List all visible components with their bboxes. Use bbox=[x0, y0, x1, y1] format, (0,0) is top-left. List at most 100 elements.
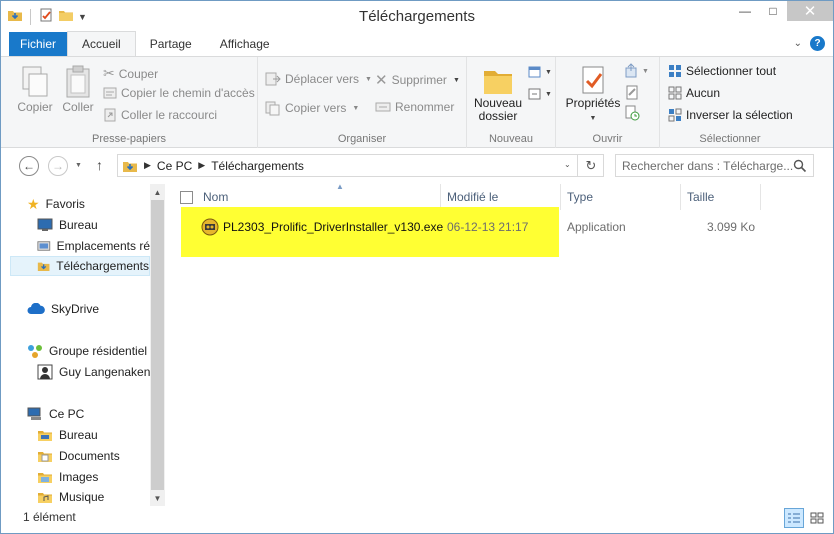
ribbon-controls: ⌄ ? bbox=[794, 36, 825, 51]
rename-button[interactable]: Renommer bbox=[375, 100, 454, 114]
invert-selection-button[interactable]: Inverser la sélection bbox=[668, 108, 793, 122]
address-bar[interactable]: ▶ Ce PC ▶ Téléchargements bbox=[117, 154, 604, 177]
user-icon bbox=[37, 364, 53, 380]
scroll-up-icon[interactable]: ▲ bbox=[150, 184, 165, 200]
select-none-button[interactable]: Aucun bbox=[668, 86, 720, 100]
tab-home[interactable]: Accueil bbox=[67, 31, 136, 56]
up-button[interactable]: ↑ bbox=[96, 157, 103, 173]
breadcrumb-this-pc[interactable]: Ce PC bbox=[157, 159, 192, 173]
back-button[interactable]: ← bbox=[19, 156, 39, 176]
large-icons-view-icon bbox=[810, 512, 824, 524]
help-icon[interactable]: ? bbox=[810, 36, 825, 51]
folder-icon bbox=[38, 431, 52, 441]
computer-icon bbox=[27, 407, 41, 420]
nav-scrollbar-thumb[interactable] bbox=[151, 200, 164, 490]
paste-shortcut-label: Coller le raccourci bbox=[121, 108, 218, 122]
nav-user-label: Guy Langenaken bbox=[59, 365, 151, 379]
dropdown-arrow-icon: ▼ bbox=[452, 76, 460, 84]
folder-music-icon bbox=[38, 493, 52, 503]
nav-images-label: Images bbox=[59, 470, 99, 484]
window-controls: — □ ✕ bbox=[731, 1, 833, 21]
move-to-icon bbox=[265, 72, 281, 86]
copy-to-button[interactable]: Copier vers ▼ bbox=[265, 100, 359, 116]
open-icon[interactable]: ▼ bbox=[624, 63, 649, 79]
large-icons-view-button[interactable] bbox=[807, 508, 827, 528]
search-input[interactable]: Rechercher dans : Télécharge... bbox=[615, 154, 814, 177]
close-button[interactable]: ✕ bbox=[787, 1, 833, 21]
copy-icon bbox=[22, 66, 48, 97]
nav-music-label: Musique bbox=[59, 490, 105, 504]
file-name[interactable]: PL2303_Prolific_DriverInstaller_v130.exe bbox=[223, 220, 443, 234]
select-none-icon bbox=[668, 86, 682, 100]
table-row[interactable]: PL2303_Prolific_DriverInstaller_v130.exe… bbox=[197, 216, 757, 238]
folder-downloads-icon bbox=[123, 161, 137, 172]
rename-icon bbox=[375, 102, 391, 112]
refresh-button[interactable]: ↻ bbox=[577, 154, 604, 177]
search-icon[interactable] bbox=[793, 159, 807, 173]
tab-view[interactable]: Affichage bbox=[206, 32, 284, 56]
ribbon: Copier Coller ✂ Couper Copier le chemin … bbox=[1, 56, 833, 148]
column-header-type[interactable]: Type bbox=[561, 184, 681, 210]
installer-exe-icon bbox=[201, 218, 219, 236]
desktop-icon bbox=[37, 218, 53, 231]
properties-button[interactable]: Propriétés ▼ bbox=[564, 63, 622, 125]
view-switcher bbox=[784, 508, 827, 528]
cut-button[interactable]: ✂ Couper bbox=[103, 65, 158, 82]
address-dropdown-icon[interactable]: ⌄ bbox=[564, 160, 571, 169]
recent-places-icon bbox=[37, 241, 51, 251]
maximize-button[interactable]: □ bbox=[759, 1, 787, 21]
scissors-icon: ✂ bbox=[103, 65, 115, 81]
easy-access-icon[interactable]: ▼ bbox=[527, 86, 552, 102]
nav-downloads[interactable]: Téléchargements bbox=[10, 256, 150, 276]
group-open: Propriétés ▼ ▼ Ouvrir bbox=[556, 57, 660, 148]
paste-button[interactable]: Coller bbox=[59, 65, 97, 114]
file-type: Application bbox=[567, 220, 626, 234]
properties-icon bbox=[582, 66, 604, 94]
folder-documents-icon bbox=[38, 452, 52, 462]
tab-share[interactable]: Partage bbox=[136, 32, 206, 56]
nav-skydrive-label: SkyDrive bbox=[51, 302, 100, 316]
move-to-label: Déplacer vers bbox=[285, 72, 360, 86]
chevron-down-icon[interactable]: ⌄ bbox=[794, 38, 802, 49]
edit-icon[interactable] bbox=[624, 85, 640, 104]
move-to-button[interactable]: Déplacer vers ▼ bbox=[265, 71, 372, 87]
scroll-down-icon[interactable]: ▼ bbox=[150, 490, 165, 506]
select-all-checkbox[interactable] bbox=[180, 191, 193, 204]
minimize-button[interactable]: — bbox=[731, 1, 759, 21]
select-all-button[interactable]: Sélectionner tout bbox=[668, 64, 776, 78]
window-title: Téléchargements bbox=[359, 8, 475, 25]
nav-scrollbar[interactable]: ▲ ▼ bbox=[150, 184, 165, 506]
forward-button[interactable]: → bbox=[48, 156, 68, 176]
tab-file[interactable]: Fichier bbox=[9, 32, 68, 56]
column-header-size[interactable]: Taille bbox=[681, 184, 761, 210]
group-organize: Déplacer vers ▼ Copier vers ▼ ✕ Supprimer ▼… bbox=[258, 57, 467, 148]
new-folder-button[interactable]: Nouveau dossier bbox=[471, 63, 525, 123]
recent-locations-icon[interactable]: ▼ bbox=[75, 162, 82, 169]
cut-label: Couper bbox=[118, 66, 159, 81]
column-type-label: Type bbox=[567, 190, 594, 204]
file-list: ▲ Nom Modifié le Type Taille PL2303_Prol… bbox=[165, 182, 833, 506]
star-icon: ★ bbox=[27, 195, 40, 212]
breadcrumb-downloads[interactable]: Téléchargements bbox=[211, 159, 304, 173]
paste-shortcut-icon bbox=[104, 108, 116, 122]
copy-path-button[interactable]: Copier le chemin d'accès bbox=[103, 86, 255, 100]
copy-button[interactable]: Copier bbox=[15, 65, 55, 114]
history-icon[interactable] bbox=[624, 105, 640, 124]
invert-selection-icon bbox=[668, 108, 682, 122]
navigation-pane: ★ Favoris Bureau Emplacements ré Télécha… bbox=[1, 184, 165, 506]
cloud-icon bbox=[27, 303, 45, 314]
group-label-new: Nouveau bbox=[488, 133, 534, 145]
new-item-icon[interactable]: ▼ bbox=[527, 64, 552, 80]
nav-recent-places[interactable]: Emplacements ré bbox=[37, 236, 150, 256]
group-new: Nouveau dossier ▼ ▼ Nouveau bbox=[467, 57, 556, 148]
dropdown-arrow-icon: ▼ bbox=[589, 115, 597, 122]
nav-recent-label: Emplacements ré bbox=[56, 239, 150, 253]
dropdown-arrow-icon: ▼ bbox=[365, 75, 372, 83]
paste-shortcut-button[interactable]: Coller le raccourci bbox=[103, 108, 217, 122]
details-view-button[interactable] bbox=[784, 508, 804, 528]
copy-path-icon bbox=[103, 87, 117, 99]
delete-button[interactable]: ✕ Supprimer ▼ bbox=[375, 71, 460, 89]
nav-homegroup-label: Groupe résidentiel bbox=[49, 344, 148, 358]
explorer-window: ▼ Téléchargements — □ ✕ Fichier Accueil … bbox=[0, 0, 834, 534]
details-view-icon bbox=[788, 513, 800, 523]
